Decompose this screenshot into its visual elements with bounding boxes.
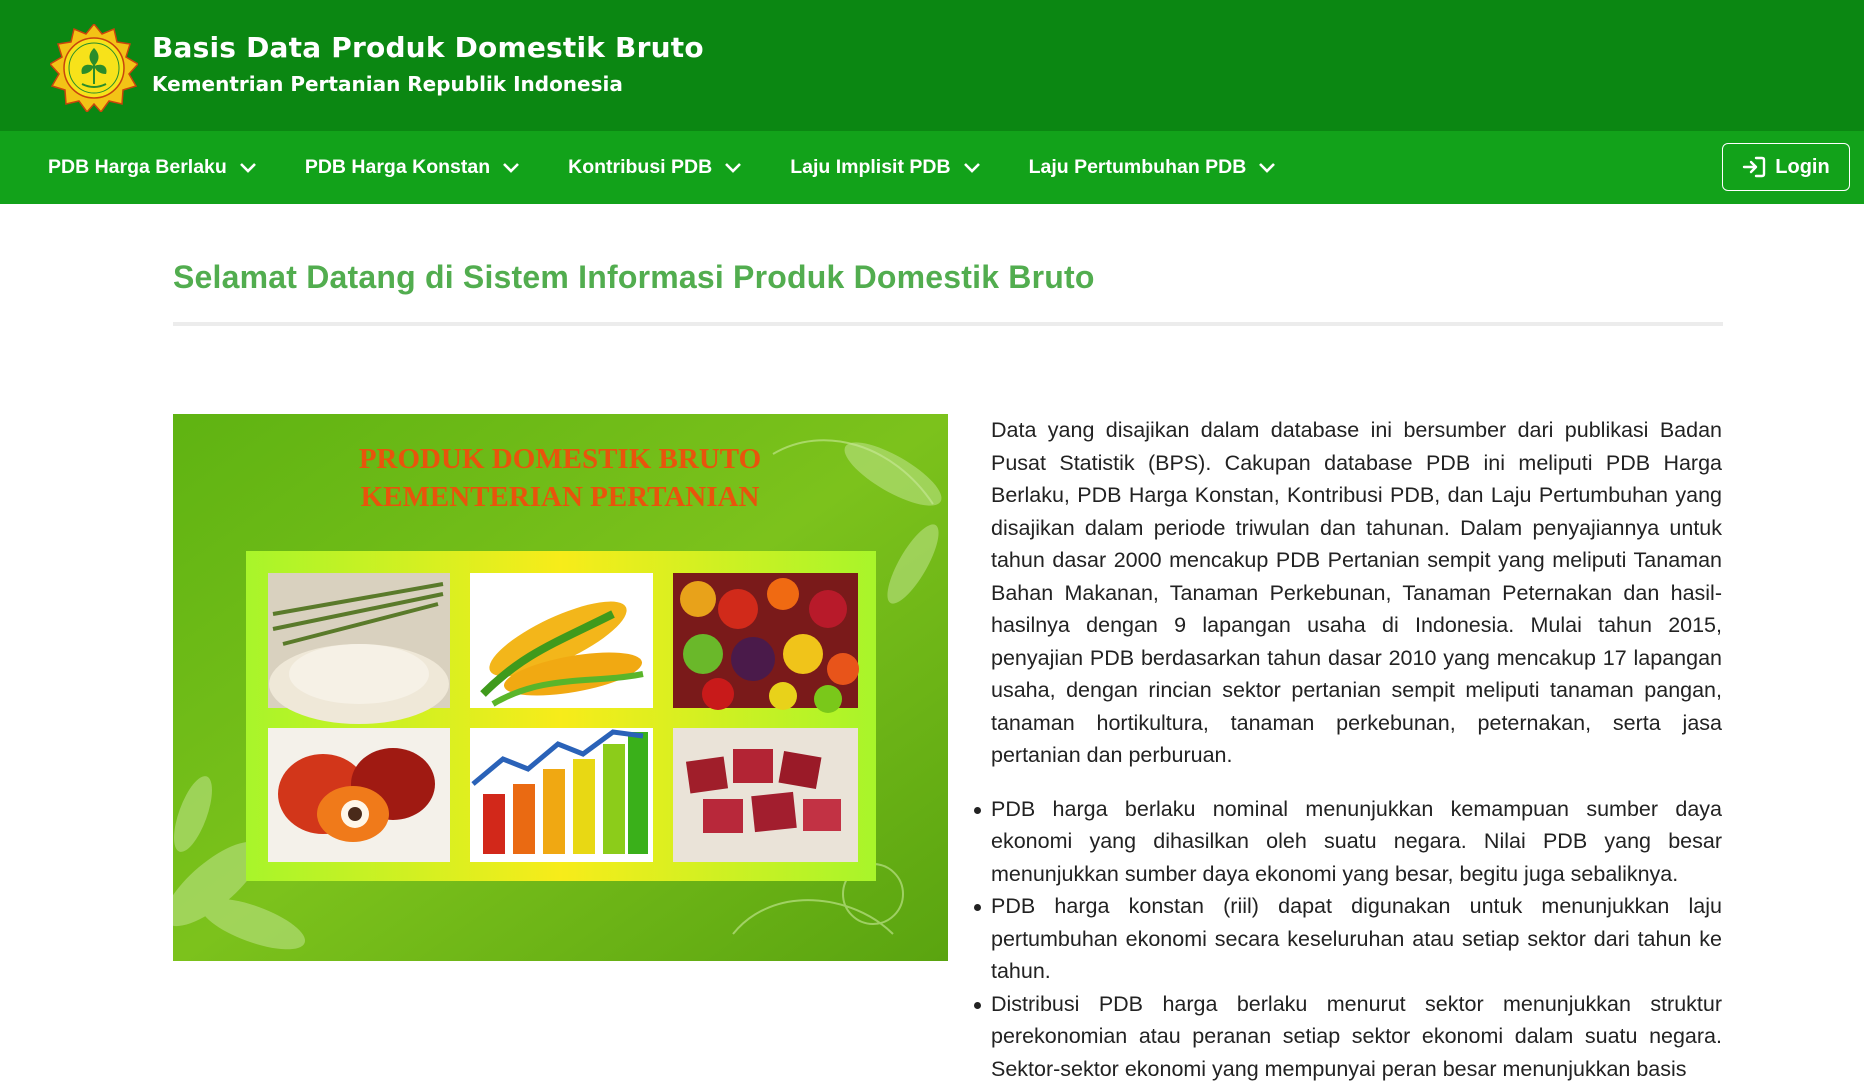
banner-title-line2: KEMENTERIAN PERTANIAN	[361, 481, 760, 513]
nav-item-laju-implisit-pdb[interactable]: Laju Implisit PDB	[790, 156, 980, 179]
rice-photo	[268, 573, 450, 724]
chevron-down-icon	[1258, 162, 1276, 174]
palm-fruit-photo	[268, 728, 450, 862]
growth-bars-photo	[470, 728, 653, 862]
intro-content: Data yang disajikan dalam database ini b…	[991, 414, 1722, 1085]
chevron-down-icon	[724, 162, 742, 174]
nav-item-laju-pertumbuhan-pdb[interactable]: Laju Pertumbuhan PDB	[1029, 156, 1277, 179]
nav-item-pdb-harga-konstan[interactable]: PDB Harga Konstan	[305, 156, 520, 179]
site-header: Basis Data Produk Domestik Bruto Kementr…	[0, 0, 1864, 131]
ministry-emblem-logo[interactable]	[50, 24, 138, 112]
banner-title-line1: PRODUK DOMESTIK BRUTO	[359, 443, 761, 475]
banner-graphic: PRODUK DOMESTIK BRUTO KEMENTERIAN PERTAN…	[173, 414, 948, 961]
fruits-photo	[673, 573, 859, 713]
nav-item-label: Laju Implisit PDB	[790, 156, 950, 179]
intro-paragraph: Data yang disajikan dalam database ini b…	[991, 414, 1722, 772]
login-button[interactable]: Login	[1722, 143, 1850, 191]
list-item: Distribusi PDB harga berlaku menurut sek…	[991, 988, 1722, 1085]
site-subtitle: Kementrian Pertanian Republik Indonesia	[152, 72, 623, 96]
corn-photo	[470, 573, 653, 708]
list-item: PDB harga konstan (riil) dapat digunakan…	[991, 890, 1722, 988]
login-label: Login	[1775, 156, 1829, 179]
chevron-down-icon	[239, 162, 257, 174]
nav-item-pdb-harga-berlaku[interactable]: PDB Harga Berlaku	[48, 156, 257, 179]
chevron-down-icon	[502, 162, 520, 174]
sign-in-icon	[1742, 156, 1766, 178]
nav-item-label: PDB Harga Berlaku	[48, 156, 227, 179]
main-navbar: PDB Harga Berlaku PDB Harga Konstan Kont…	[0, 131, 1864, 204]
nav-item-label: Kontribusi PDB	[568, 156, 712, 179]
nav-menu: PDB Harga Berlaku PDB Harga Konstan Kont…	[48, 131, 1324, 204]
nav-item-label: Laju Pertumbuhan PDB	[1029, 156, 1247, 179]
meat-photo	[673, 728, 858, 862]
divider	[173, 322, 1723, 326]
nav-item-label: PDB Harga Konstan	[305, 156, 490, 179]
list-item: PDB harga berlaku nominal menunjukkan ke…	[991, 793, 1722, 891]
pdb-bullet-list: PDB harga berlaku nominal menunjukkan ke…	[991, 793, 1722, 1085]
page-title: Selamat Datang di Sistem Informasi Produ…	[173, 259, 1095, 296]
banner-image: PRODUK DOMESTIK BRUTO KEMENTERIAN PERTAN…	[173, 414, 948, 961]
nav-item-kontribusi-pdb[interactable]: Kontribusi PDB	[568, 156, 742, 179]
chevron-down-icon	[963, 162, 981, 174]
site-title: Basis Data Produk Domestik Bruto	[152, 31, 704, 64]
